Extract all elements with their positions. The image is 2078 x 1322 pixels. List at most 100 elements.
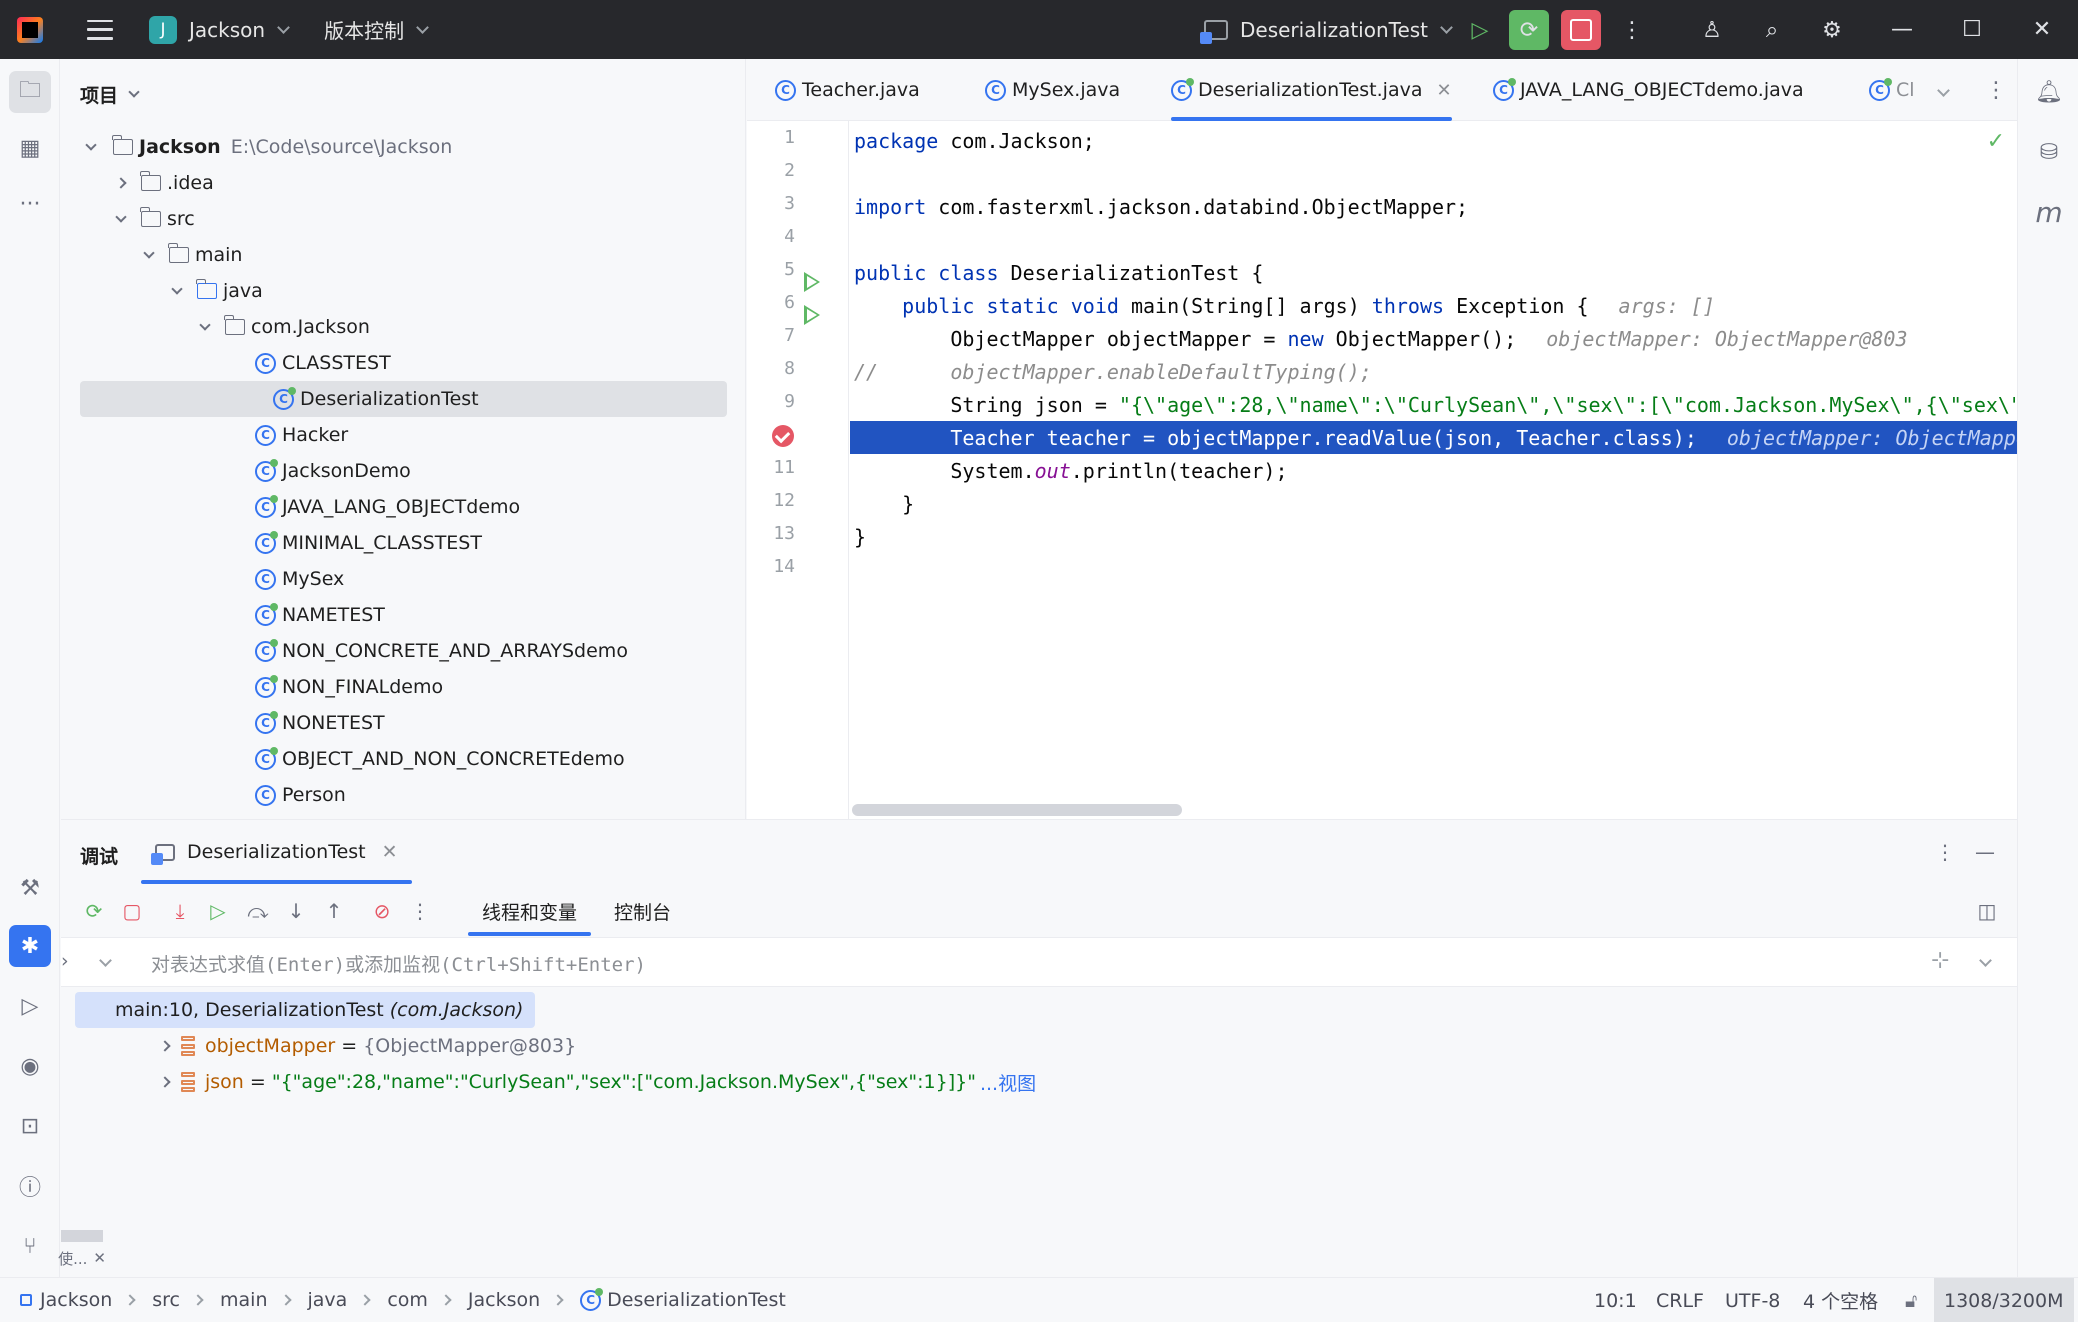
tree-class-item[interactable]: C MySex — [61, 561, 731, 597]
tree-class-item[interactable]: C NON_CONCRETE_AND_ARRAYSdemo — [61, 633, 731, 669]
collapsed-tab[interactable]: 使... ✕ — [58, 1240, 106, 1276]
chevron-down-icon[interactable] — [277, 20, 290, 34]
tree-folder-java[interactable]: java — [61, 273, 731, 309]
line-number[interactable]: 9 — [747, 391, 795, 412]
expand-arrow-icon[interactable] — [115, 177, 127, 189]
line-number[interactable]: 8 — [747, 358, 795, 379]
expand-arrow-icon[interactable] — [115, 211, 127, 223]
tree-class-item[interactable]: C DeserializationTest — [80, 381, 727, 417]
stop-button[interactable] — [1561, 10, 1601, 50]
tree-class-item[interactable]: C NAMETEST — [61, 597, 731, 633]
breadcrumb-item[interactable]: main — [220, 1289, 267, 1311]
evaluate-expression-input[interactable]: 对表达式求值(Enter)或添加监视(Ctrl+Shift+Enter) — [151, 950, 646, 977]
tree-class-item[interactable]: C Person — [61, 777, 731, 813]
tree-folder-src[interactable]: src — [61, 201, 731, 237]
expand-arrow-icon[interactable] — [85, 139, 97, 151]
tab-more-icon[interactable]: ⋮ — [1985, 59, 2007, 121]
step-out-icon[interactable]: ↑ — [318, 895, 350, 927]
tree-class-item[interactable]: C Hacker — [61, 417, 731, 453]
tree-class-item[interactable]: C CLASSTEST — [61, 345, 731, 381]
tab-teacher-java[interactable]: C Teacher.java — [775, 59, 920, 121]
tree-folder-main[interactable]: main — [61, 237, 731, 273]
line-number[interactable]: 3 — [747, 193, 795, 214]
toolbar-more-icon[interactable]: ⋮ — [404, 895, 436, 927]
line-number[interactable]: 1 — [747, 127, 795, 148]
variable-row[interactable]: objectMapper = {ObjectMapper@803} — [159, 1028, 576, 1064]
indent-setting[interactable]: 4 个空格 — [1803, 1278, 1878, 1322]
code-line-5[interactable]: public class DeserializationTest { — [850, 256, 2017, 289]
line-number[interactable]: 6 — [747, 292, 795, 313]
show-execution-point-icon[interactable]: ⤓ — [164, 895, 196, 927]
run-class-gutter-icon[interactable] — [804, 272, 820, 292]
structure-icon[interactable]: ▦ — [9, 127, 51, 169]
code-line-9[interactable]: String json = "{\"age\":28,\"name\":\"Cu… — [850, 388, 2017, 421]
close-session-icon[interactable]: ✕ — [382, 841, 398, 863]
line-number[interactable]: 5 — [747, 259, 795, 280]
tab-deserializationtest-java[interactable]: C DeserializationTest.java ✕ — [1171, 59, 1452, 121]
line-number[interactable]: 2 — [747, 160, 795, 181]
code-line-3[interactable]: import com.fasterxml.jackson.databind.Ob… — [850, 190, 2017, 223]
more-icon[interactable]: ⋮ — [1612, 10, 1652, 50]
resume-icon[interactable]: ▷ — [202, 895, 234, 927]
memory-indicator[interactable]: 1308/3200M — [1934, 1278, 2074, 1322]
tab-threads-variables[interactable]: 线程和变量 — [467, 886, 592, 936]
tree-class-item[interactable]: C OBJECT_AND_NON_CONCRETEdemo — [61, 741, 731, 777]
editor-gutter[interactable]: 1234567891011121314 — [747, 121, 849, 819]
expand-arrow-icon[interactable] — [159, 1076, 171, 1088]
layout-settings-icon[interactable]: ◫ — [1971, 895, 2003, 927]
tree-root[interactable]: Jackson E:\Code\source\Jackson — [61, 129, 731, 165]
project-folder-icon[interactable]: 🗀 — [9, 71, 51, 113]
file-encoding[interactable]: UTF-8 — [1725, 1278, 1780, 1322]
tree-class-item[interactable]: C MINIMAL_CLASSTEST — [61, 525, 731, 561]
view-value-link[interactable]: ...视图 — [980, 1069, 1036, 1096]
step-over-icon[interactable]: ⤼ — [242, 895, 274, 927]
services-icon[interactable]: ◉ — [9, 1045, 51, 1087]
chevron-down-icon[interactable] — [416, 20, 429, 34]
expand-arrow-icon[interactable] — [199, 319, 211, 331]
notifications-bell-icon[interactable]: 🔔︎ — [2028, 71, 2070, 113]
project-badge[interactable]: J — [149, 15, 177, 44]
line-number[interactable]: 11 — [747, 457, 795, 478]
editor-horizontal-scrollbar[interactable] — [852, 804, 1182, 816]
git-branch-icon[interactable]: ⑂ — [9, 1225, 51, 1267]
tree-package[interactable]: com.Jackson — [61, 309, 731, 345]
project-panel-title[interactable]: 项目 — [80, 81, 140, 108]
stop-debug-icon[interactable]: ▢ — [116, 895, 148, 927]
hide-panel-icon[interactable]: — — [1969, 836, 2001, 868]
caret-position[interactable]: 10:1 — [1594, 1278, 1637, 1322]
tree-class-item[interactable]: C NONETEST — [61, 705, 731, 741]
minimize-icon[interactable]: — — [1872, 0, 1932, 59]
tree-class-item[interactable]: C JacksonDemo — [61, 453, 731, 489]
code-line-7[interactable]: ObjectMapper objectMapper = new ObjectMa… — [850, 322, 2017, 355]
line-number[interactable]: 13 — [747, 523, 795, 544]
tab-overflow[interactable]: C Cl — [1869, 59, 1915, 121]
expand-arrow-icon[interactable] — [143, 247, 155, 259]
code-line-13[interactable]: } — [850, 520, 2017, 553]
tree-class-item[interactable]: C NON_FINALdemo — [61, 669, 731, 705]
breadcrumb-item[interactable]: src — [152, 1289, 180, 1311]
step-into-icon[interactable]: ↓ — [280, 895, 312, 927]
execution-point-line[interactable]: Teacher teacher = objectMapper.readValue… — [850, 421, 2017, 454]
line-number[interactable]: 4 — [747, 226, 795, 247]
breadcrumb-item[interactable]: Jackson — [468, 1289, 540, 1311]
variable-row[interactable]: json = "{"age":28,"name":"CurlySean","se… — [159, 1064, 1036, 1100]
project-switcher[interactable]: Jackson — [189, 18, 265, 42]
search-icon[interactable]: ⌕ — [1752, 10, 1792, 50]
breakpoint-icon[interactable] — [772, 425, 794, 447]
run-main-gutter-icon[interactable] — [804, 305, 820, 325]
code-line-6[interactable]: public static void main(String[] args) t… — [850, 289, 2017, 322]
line-number[interactable]: 14 — [747, 556, 795, 577]
tab-console[interactable]: 控制台 — [614, 886, 671, 936]
terminal-icon[interactable]: ⊡ — [9, 1105, 51, 1147]
rerun-icon[interactable]: ⟳ — [78, 895, 110, 927]
code-line-12[interactable]: } — [850, 487, 2017, 520]
maven-icon[interactable]: m — [2028, 191, 2070, 233]
stack-frame-row[interactable]: main:10, DeserializationTest (com.Jackso… — [75, 992, 536, 1028]
code-line-1[interactable]: package com.Jackson; — [850, 124, 2017, 157]
gear-icon[interactable]: ⚙ — [1812, 10, 1852, 50]
code-line-11[interactable]: System. out .println(teacher); — [850, 454, 2017, 487]
history-chevron-icon[interactable] — [99, 954, 112, 967]
main-menu-icon[interactable] — [87, 19, 113, 40]
tab-list-chevron-icon[interactable] — [1937, 59, 1950, 121]
debug-button[interactable]: ⟳ — [1509, 10, 1549, 50]
